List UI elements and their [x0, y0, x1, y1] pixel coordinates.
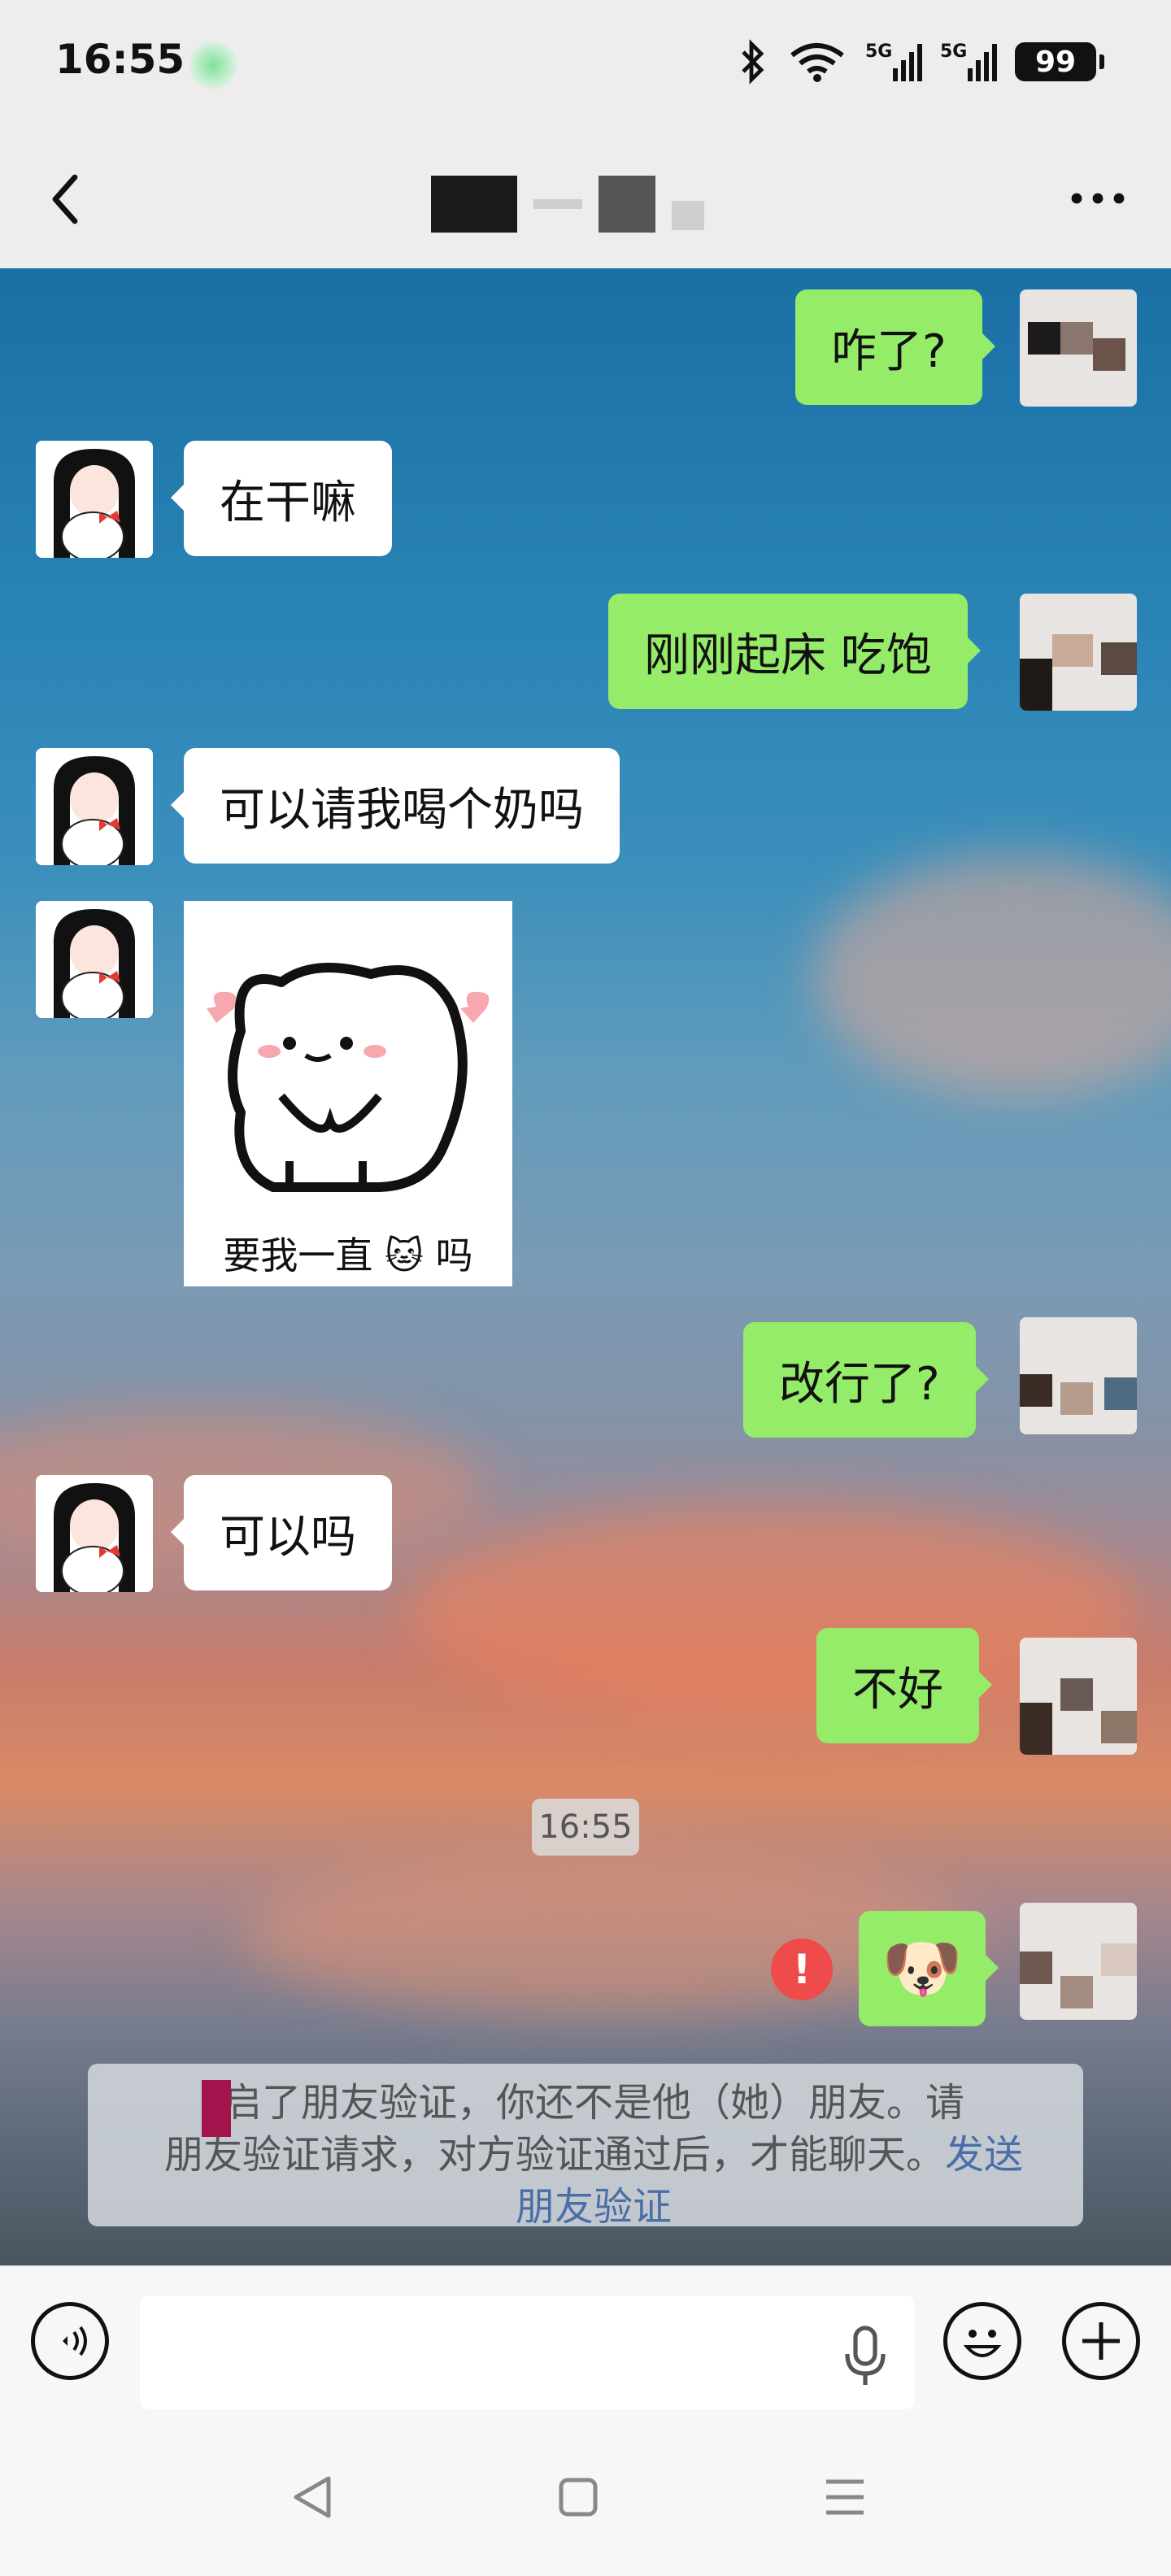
- battery-icon: 99: [1015, 42, 1104, 81]
- more-dots-icon[interactable]: [1065, 171, 1130, 228]
- status-bar: 16:55 5G 5G 99: [0, 0, 1171, 130]
- signal-5g-icon-2: 5G: [940, 41, 997, 81]
- status-icons: 5G 5G 99: [737, 39, 1104, 85]
- plus-icon: [1082, 2322, 1120, 2360]
- emoji-message-out[interactable]: 🐶: [859, 1911, 999, 2026]
- chat-message-list[interactable]: 咋了? 在干嘛 刚刚起床 吃饱 可以请我喝个奶吗 要我一直 🐱 吗 改行了? 可…: [0, 268, 1171, 2265]
- my-avatar[interactable]: [1020, 1638, 1137, 1755]
- nav-home-square-icon[interactable]: [550, 2469, 607, 2526]
- contact-avatar[interactable]: [36, 901, 153, 1018]
- chevron-left-icon[interactable]: [42, 171, 91, 228]
- contact-avatar[interactable]: [36, 1475, 153, 1592]
- status-time: 16:55: [55, 36, 185, 83]
- message-input[interactable]: [140, 2295, 914, 2409]
- send-failed-icon[interactable]: !: [771, 1939, 833, 2000]
- message-bubble-out[interactable]: 刚刚起床 吃饱: [608, 594, 981, 709]
- smiley-icon: [963, 2330, 1002, 2357]
- cat-sticker-image: [207, 963, 490, 1192]
- message-timestamp: 16:55: [532, 1799, 639, 1856]
- message-bubble-in[interactable]: 在干嘛: [171, 441, 392, 556]
- voice-toggle-button[interactable]: [31, 2302, 109, 2380]
- voice-wave-icon: [63, 2326, 87, 2356]
- message-bubble-out[interactable]: 咋了?: [795, 289, 995, 405]
- contact-avatar[interactable]: [36, 441, 153, 558]
- message-bubble-out[interactable]: 不好: [816, 1628, 992, 1743]
- microphone-icon[interactable]: [841, 2323, 890, 2388]
- friend-verification-link[interactable]: 朋友验证: [516, 2184, 672, 2230]
- emoji-button[interactable]: [943, 2302, 1021, 2380]
- my-avatar[interactable]: [1020, 1317, 1137, 1434]
- send-verification-link[interactable]: 发送: [945, 2132, 1023, 2178]
- system-navigation-bar: [0, 2420, 1171, 2576]
- redacted-name-block: [202, 2080, 231, 2137]
- nav-back-triangle-icon[interactable]: [283, 2469, 340, 2526]
- sticker-caption: 要我一直 🐱 吗: [223, 1234, 473, 1277]
- message-bubble-out[interactable]: 改行了?: [743, 1322, 989, 1438]
- notice-text-line1: 启了朋友验证，你还不是他（她）朋友。请: [222, 2080, 964, 2126]
- nav-menu-lines-icon[interactable]: [816, 2469, 873, 2526]
- notice-text-line2: 朋友验证请求，对方验证通过后，才能聊天。: [163, 2132, 945, 2178]
- message-bubble-in[interactable]: 可以吗: [171, 1475, 392, 1590]
- my-avatar[interactable]: [1020, 1903, 1137, 2020]
- status-indicator-dot: [189, 41, 237, 89]
- my-avatar[interactable]: [1020, 289, 1137, 407]
- more-actions-button[interactable]: [1062, 2302, 1140, 2380]
- svg-text:5G: 5G: [940, 41, 967, 62]
- sticker-caption-before: 要我一直: [223, 1234, 373, 1277]
- bluetooth-icon: [742, 39, 764, 85]
- message-bubble-in[interactable]: 可以请我喝个奶吗: [171, 748, 620, 864]
- friend-verification-notice: 启了朋友验证，你还不是他（她）朋友。请 朋友验证请求，对方验证通过后，才能聊天。…: [88, 2064, 1083, 2230]
- chat-header: [0, 130, 1171, 268]
- svg-text:5G: 5G: [865, 41, 892, 62]
- contact-avatar[interactable]: [36, 748, 153, 865]
- contact-name-redacted: [431, 176, 740, 233]
- my-avatar[interactable]: [1020, 594, 1137, 711]
- sticker-caption-after: 吗: [435, 1234, 473, 1277]
- sticker-message[interactable]: 要我一直 🐱 吗: [184, 901, 512, 1286]
- wifi-icon: [790, 43, 844, 82]
- input-bar: [0, 2265, 1171, 2420]
- doge-emoji-icon: 🐶: [882, 1930, 963, 2006]
- signal-5g-icon: 5G: [865, 41, 922, 81]
